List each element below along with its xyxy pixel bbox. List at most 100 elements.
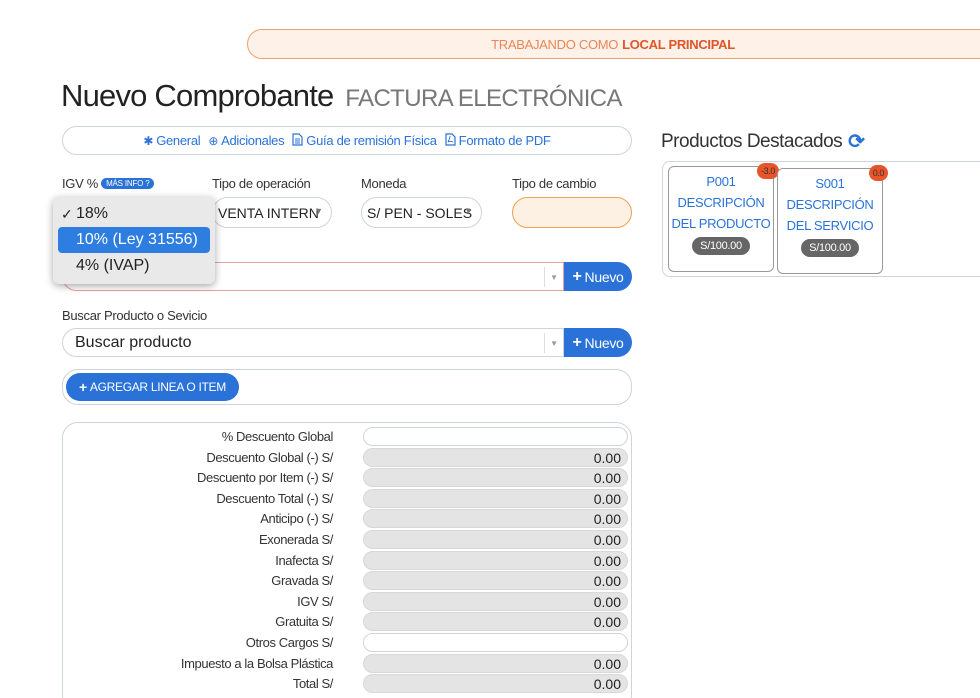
local-banner: TRABAJANDO COMO LOCAL PRINCIPAL xyxy=(247,29,980,59)
plus-circle-icon: ⊕ xyxy=(208,133,219,148)
tipo-cambio-input[interactable] xyxy=(512,197,632,228)
mas-info-badge[interactable]: MÁS INFO ? xyxy=(101,178,155,189)
plus-icon: + xyxy=(79,379,87,395)
igv-option-label: 10% (Ley 31556) xyxy=(76,231,198,248)
totals-value[interactable] xyxy=(363,427,628,446)
tipo-operacion-select[interactable]: VENTA INTERNA ▼ xyxy=(212,197,332,228)
add-line-label: AGREGAR LINEA O ITEM xyxy=(89,380,226,394)
totals-value: 0.00 xyxy=(363,509,628,529)
totals-label: Anticipo (-) S/ xyxy=(260,511,333,527)
page-title: Nuevo Comprobante FACTURA ELECTRÓNICA xyxy=(61,78,623,114)
moneda-select[interactable]: S/ PEN - SOLES ▼ xyxy=(361,197,482,228)
product-card[interactable]: P001 DESCRIPCIÓN DEL PRODUCTO S/100.00 -… xyxy=(668,163,779,272)
product-search-select[interactable]: Buscar producto ▼ xyxy=(62,328,564,357)
totals-row: Descuento Global (-) S/0.00 xyxy=(63,447,633,468)
plus-icon: + xyxy=(572,333,582,351)
plus-icon: + xyxy=(572,267,582,285)
product-code: S001 xyxy=(815,176,845,191)
igv-dropdown: ✓ 18% 10% (Ley 31556) 4% (IVAP) xyxy=(53,197,215,284)
asterisk-icon: ✱ xyxy=(143,133,154,148)
totals-label: Otros Cargos S/ xyxy=(245,635,334,650)
tipo-operacion-label: Tipo de operación xyxy=(212,176,311,191)
check-icon: ✓ xyxy=(61,205,73,222)
product-card[interactable]: S001 DESCRIPCIÓN DEL SERVICIO S/100.00 0… xyxy=(777,165,888,274)
totals-row: IGV S/0.00 xyxy=(63,591,633,612)
chevron-down-icon: ▼ xyxy=(464,206,473,216)
new-client-button[interactable]: + Nuevo xyxy=(564,262,632,291)
product-desc-line1: DESCRIPCIÓN xyxy=(786,197,874,212)
tab-guia-remision[interactable]: Guía de remisión Física xyxy=(292,132,437,149)
question-icon: ? xyxy=(145,179,150,188)
totals-value: 0.00 xyxy=(363,591,628,611)
chevron-down-icon: ▼ xyxy=(314,206,323,216)
product-desc-line2: DEL SERVICIO xyxy=(786,218,874,233)
product-price: S/100.00 xyxy=(692,237,750,255)
totals-value: 0.00 xyxy=(363,674,628,694)
file-pdf-icon xyxy=(445,132,456,149)
totals-row: Gravada S/0.00 xyxy=(63,571,633,591)
banner-prefix: TRABAJANDO COMO xyxy=(491,36,619,52)
igv-option-18[interactable]: ✓ 18% xyxy=(53,201,215,227)
section-tabs: ✱ General ⊕ Adicionales Guía de remisión… xyxy=(62,126,632,155)
igv-label-text: IGV % xyxy=(62,176,99,191)
product-price: S/100.00 xyxy=(801,239,859,257)
mas-info-text: MÁS INFO xyxy=(106,179,144,188)
totals-value: 0.00 xyxy=(363,571,628,591)
totals-row: Anticipo (-) S/0.00 xyxy=(63,509,633,529)
tab-adicionales[interactable]: ⊕ Adicionales xyxy=(208,133,284,148)
totals-row: Gratuita S/0.00 xyxy=(63,612,633,632)
product-search-label: Buscar Producto o Sevicio xyxy=(62,308,207,323)
totals-row: Impuesto a la Bolsa Plástica 0.00 xyxy=(63,653,633,674)
totals-row: Total S/0.00 xyxy=(63,674,633,694)
totals-value: 0.00 xyxy=(363,612,628,632)
totals-label: Exonerada S/ xyxy=(259,532,333,547)
totals-value: 0.00 xyxy=(363,530,628,549)
totals-label: Gravada S/ xyxy=(271,573,333,589)
moneda-label: Moneda xyxy=(361,176,407,191)
new-client-label: Nuevo xyxy=(584,268,624,285)
separator xyxy=(544,333,545,353)
page-title-sub: FACTURA ELECTRÓNICA xyxy=(345,85,622,112)
separator xyxy=(544,267,545,287)
stock-badge: 0.0 xyxy=(868,165,888,181)
moneda-value: S/ PEN - SOLES xyxy=(367,204,473,221)
totals-row: Exonerada S/0.00 xyxy=(63,530,633,550)
igv-label: IGV % MÁS INFO ? xyxy=(62,176,155,191)
totals-panel: % Descuento Global Descuento Global (-) S… xyxy=(62,422,632,698)
tab-formato-pdf[interactable]: Formato de PDF xyxy=(445,132,551,149)
totals-value: 0.00 xyxy=(363,653,628,673)
tipo-operacion-value: VENTA INTERNA xyxy=(218,204,318,221)
chevron-down-icon: ▼ xyxy=(550,339,558,348)
totals-row: Descuento Total (-) S/0.00 xyxy=(63,488,633,509)
totals-value[interactable] xyxy=(363,633,628,652)
totals-row: Inafecta S/0.00 xyxy=(63,550,633,571)
product-desc-line2: DEL PRODUCTO xyxy=(671,216,771,231)
igv-option-label: 18% xyxy=(76,205,109,222)
totals-label: Descuento por Item (-) S/ xyxy=(197,470,333,486)
tab-guia-remision-label: Guía de remisión Física xyxy=(306,133,437,148)
new-product-button[interactable]: + Nuevo xyxy=(564,328,632,357)
tab-adicionales-label: Adicionales xyxy=(221,133,285,148)
page-title-main: Nuevo Comprobante xyxy=(61,78,334,113)
new-product-label: Nuevo xyxy=(584,334,624,351)
totals-value: 0.00 xyxy=(363,488,628,508)
featured-title-text: Productos Destacados xyxy=(661,130,843,152)
igv-option-4[interactable]: 4% (IVAP) xyxy=(53,253,215,279)
totals-label: IGV S/ xyxy=(297,593,333,609)
igv-option-10[interactable]: 10% (Ley 31556) xyxy=(58,227,210,253)
totals-row: Otros Cargos S/ xyxy=(63,633,633,653)
igv-option-label: 4% (IVAP) xyxy=(76,257,150,274)
tipo-cambio-label: Tipo de cambio xyxy=(512,176,597,191)
totals-label: Descuento Global (-) S/ xyxy=(206,449,333,465)
add-line-button[interactable]: + AGREGAR LINEA O ITEM xyxy=(66,373,239,401)
featured-title: Productos Destacados ⟳ xyxy=(661,129,865,154)
product-desc-line1: DESCRIPCIÓN xyxy=(677,195,765,210)
chevron-down-icon: ▼ xyxy=(550,273,558,282)
stock-badge: -3.0 xyxy=(757,163,779,179)
totals-value: 0.00 xyxy=(363,447,628,467)
tab-general[interactable]: ✱ General xyxy=(143,133,200,148)
refresh-icon[interactable]: ⟳ xyxy=(848,129,865,154)
totals-value: 0.00 xyxy=(363,550,628,570)
totals-label: Impuesto a la Bolsa Plástica xyxy=(180,655,334,671)
totals-row: Descuento por Item (-) S/0.00 xyxy=(63,468,633,488)
